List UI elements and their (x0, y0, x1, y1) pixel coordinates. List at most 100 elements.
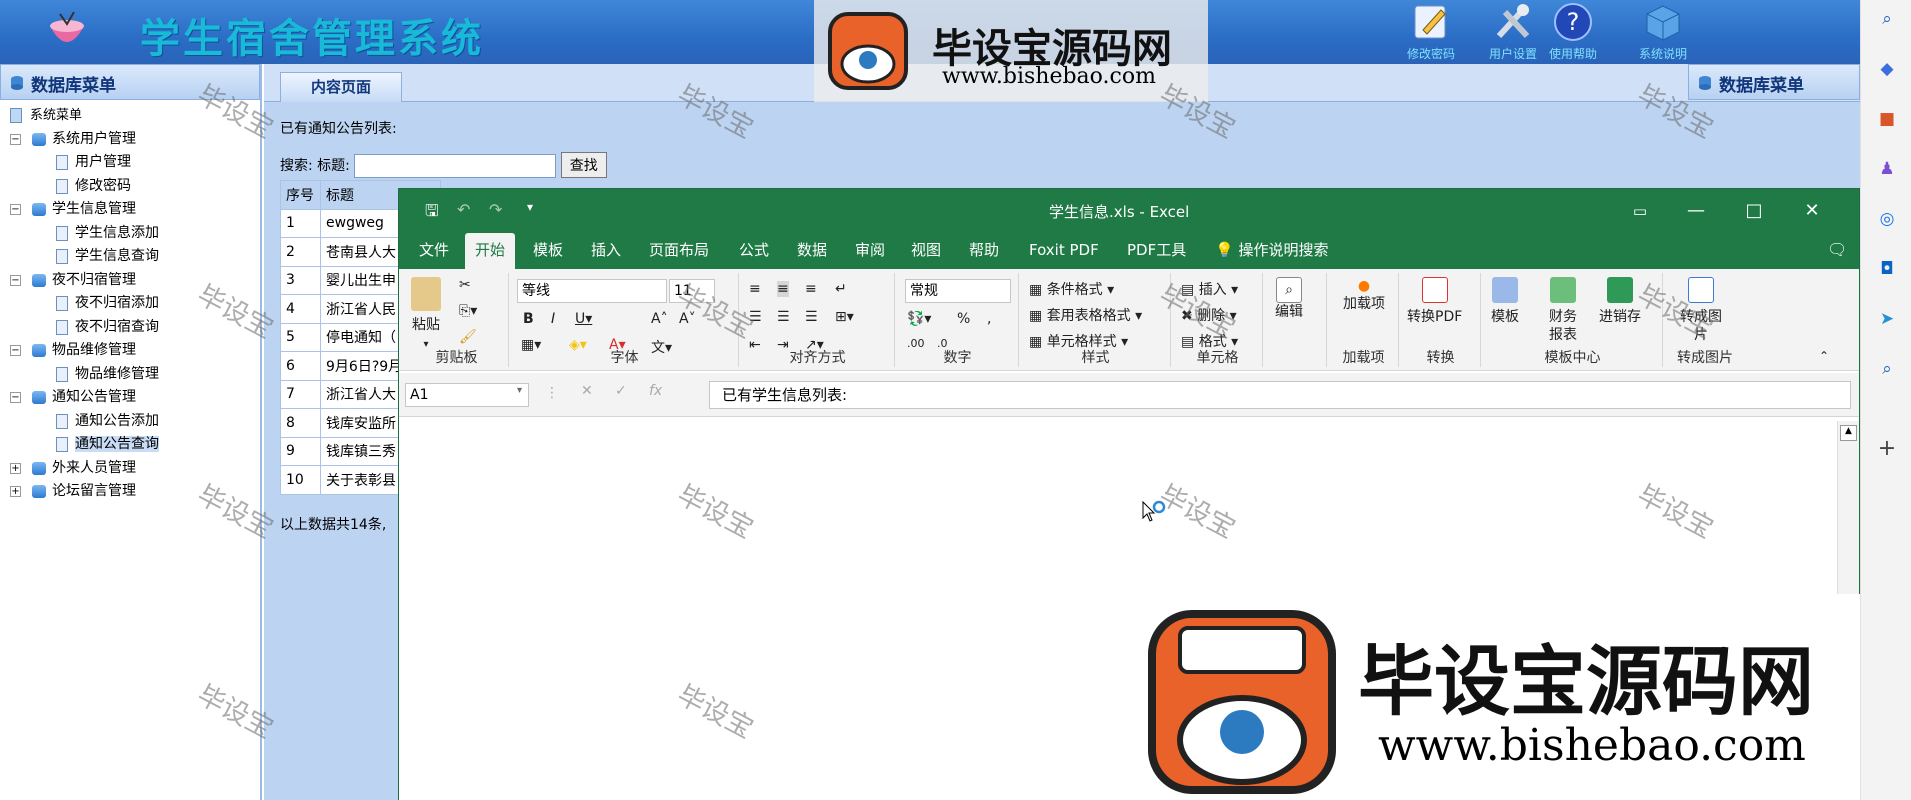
delete-cells-button[interactable]: ✖ 删除 ▾ (1181, 305, 1237, 325)
percent-icon[interactable]: % (957, 311, 970, 327)
people-icon[interactable]: ♟ (1876, 158, 1898, 180)
shrink-font-icon[interactable]: A˅ (679, 311, 696, 327)
tree-group-visitors[interactable]: + 外来人员管理 (0, 457, 260, 481)
save-icon[interactable]: 🖫 (425, 200, 439, 227)
expand-icon[interactable]: + (10, 486, 21, 497)
align-bottom-icon[interactable]: ≡ (805, 281, 817, 297)
tab-content-page[interactable]: 内容页面 (280, 72, 402, 102)
namebox-dropdown-icon[interactable]: ▾ (517, 385, 522, 396)
collapse-icon[interactable]: − (10, 392, 21, 403)
tree-item-student-query[interactable]: 学生信息查询 (0, 245, 260, 269)
underline-icon[interactable]: U▾ (575, 311, 592, 327)
number-format-box[interactable]: 常规 (905, 279, 1011, 303)
align-right-icon[interactable]: ☰ (805, 309, 818, 325)
inventory-button[interactable]: 进销存 (1599, 277, 1641, 326)
tree-group-notice[interactable]: − 通知公告管理 (0, 386, 260, 410)
template-button[interactable]: 模板 (1491, 277, 1519, 326)
bing-search-icon[interactable]: ⌕ (1876, 358, 1898, 380)
comments-icon[interactable]: 🗨 (1817, 233, 1857, 269)
currency-icon[interactable]: 💱▾ (907, 311, 931, 327)
search-input[interactable] (354, 153, 557, 178)
paste-button[interactable]: 粘贴 ▾ (411, 277, 441, 354)
tag-icon[interactable]: ◆ (1876, 58, 1898, 80)
tab-pdf-tools[interactable]: PDF工具 (1117, 233, 1196, 269)
redo-icon[interactable]: ↷ (489, 200, 502, 219)
tree-root[interactable]: 系统菜单 (0, 104, 260, 128)
font-size-box[interactable]: 11 (669, 279, 715, 303)
conditional-format-button[interactable]: ▦ 条件格式 ▾ (1029, 279, 1114, 299)
italic-icon[interactable]: I (551, 311, 555, 327)
tab-insert[interactable]: 插入 (581, 233, 631, 269)
customize-qat-icon[interactable]: ▾ (527, 200, 533, 214)
tree-group-system-users[interactable]: − 系统用户管理 (0, 128, 260, 152)
align-middle-icon[interactable]: ≡ (777, 281, 789, 297)
ribbon-display-icon[interactable]: ▭ (1617, 189, 1663, 233)
align-center-icon[interactable]: ☰ (777, 309, 790, 325)
maximize-button[interactable]: □ (1731, 189, 1777, 233)
tab-view[interactable]: 视图 (901, 233, 951, 269)
tree-item-overnight-add[interactable]: 夜不归宿添加 (0, 292, 260, 316)
search-button[interactable]: 查找 (560, 152, 607, 178)
tree-group-student-info[interactable]: − 学生信息管理 (0, 198, 260, 222)
grow-font-icon[interactable]: A˄ (651, 311, 668, 327)
system-info-button[interactable]: 系统说明 (1618, 0, 1708, 64)
align-top-icon[interactable]: ≡ (749, 281, 761, 297)
tab-foxit-pdf[interactable]: Foxit PDF (1019, 233, 1109, 269)
formula-input[interactable]: 已有学生信息列表: (709, 381, 1851, 409)
tab-page-layout[interactable]: 页面布局 (639, 233, 719, 269)
collapse-icon[interactable]: − (10, 133, 21, 145)
function-icon[interactable]: fx (649, 383, 662, 399)
comma-icon[interactable]: , (987, 311, 991, 327)
briefcase-icon[interactable]: ■ (1876, 108, 1898, 130)
tab-review[interactable]: 审阅 (845, 233, 895, 269)
tab-template[interactable]: 模板 (523, 233, 573, 269)
tell-me-search[interactable]: 💡 操作说明搜索 (1205, 233, 1338, 269)
tab-home[interactable]: 开始 (465, 233, 516, 269)
tree-item-change-password[interactable]: 修改密码 (0, 175, 260, 199)
bold-icon[interactable]: B (523, 311, 534, 327)
copilot-icon[interactable]: ◎ (1876, 208, 1898, 230)
minimize-button[interactable]: — (1673, 189, 1719, 233)
insert-cells-button[interactable]: ▤ 插入 ▾ (1181, 279, 1238, 299)
outlook-icon[interactable]: ◘ (1876, 258, 1898, 280)
tab-formulas[interactable]: 公式 (729, 233, 779, 269)
close-button[interactable]: ✕ (1789, 189, 1835, 233)
scroll-up-icon[interactable]: ▲ (1840, 425, 1857, 441)
font-name-box[interactable]: 等线 (517, 279, 667, 303)
tree-item-repair-management[interactable]: 物品维修管理 (0, 363, 260, 387)
cancel-icon[interactable]: ✕ (581, 383, 593, 399)
tree-group-overnight[interactable]: − 夜不归宿管理 (0, 269, 260, 293)
search-icon[interactable]: ⌕ (1876, 8, 1898, 30)
align-left-icon[interactable]: ☰ (749, 309, 762, 325)
to-image-button[interactable]: 转成图片 (1679, 277, 1723, 344)
tree-item-overnight-query[interactable]: 夜不归宿查询 (0, 316, 260, 340)
tree-group-forum[interactable]: + 论坛留言管理 (0, 480, 260, 504)
cut-icon[interactable]: ✂ (459, 277, 471, 293)
tree-item-user-management[interactable]: 用户管理 (0, 151, 260, 175)
tree-item-notice-add[interactable]: 通知公告添加 (0, 410, 260, 434)
tree-item-notice-query[interactable]: 通知公告查询 (0, 433, 260, 457)
tab-file[interactable]: 文件 (409, 233, 459, 269)
editing-button[interactable]: ⌕ 编辑 (1275, 277, 1303, 321)
tab-help[interactable]: 帮助 (959, 233, 1009, 269)
wrap-text-icon[interactable]: ↵ (835, 281, 847, 297)
expand-icon[interactable]: + (10, 462, 21, 474)
collapse-icon[interactable]: − (10, 274, 21, 286)
send-icon[interactable]: ➤ (1876, 308, 1898, 330)
undo-icon[interactable]: ↶ (457, 200, 470, 219)
enter-icon[interactable]: ✓ (615, 383, 627, 399)
format-painter-icon[interactable]: 🖌 (459, 329, 477, 345)
add-icon[interactable]: + (1876, 438, 1898, 460)
name-box[interactable]: A1 (405, 383, 529, 407)
tab-data[interactable]: 数据 (787, 233, 837, 269)
change-password-button[interactable]: 修改密码 (1386, 0, 1476, 64)
copy-icon[interactable]: ⎘▾ (459, 303, 477, 319)
collapse-icon[interactable]: − (10, 204, 21, 215)
collapse-ribbon-icon[interactable]: ⌃ (1819, 349, 1829, 363)
collapse-icon[interactable]: − (10, 345, 21, 356)
tree-item-student-add[interactable]: 学生信息添加 (0, 222, 260, 246)
merge-center-icon[interactable]: ⊞▾ (835, 309, 854, 325)
help-button[interactable]: ? 使用帮助 (1528, 0, 1618, 64)
convert-pdf-button[interactable]: 转换PDF (1407, 277, 1462, 326)
tree-group-repair[interactable]: − 物品维修管理 (0, 339, 260, 363)
